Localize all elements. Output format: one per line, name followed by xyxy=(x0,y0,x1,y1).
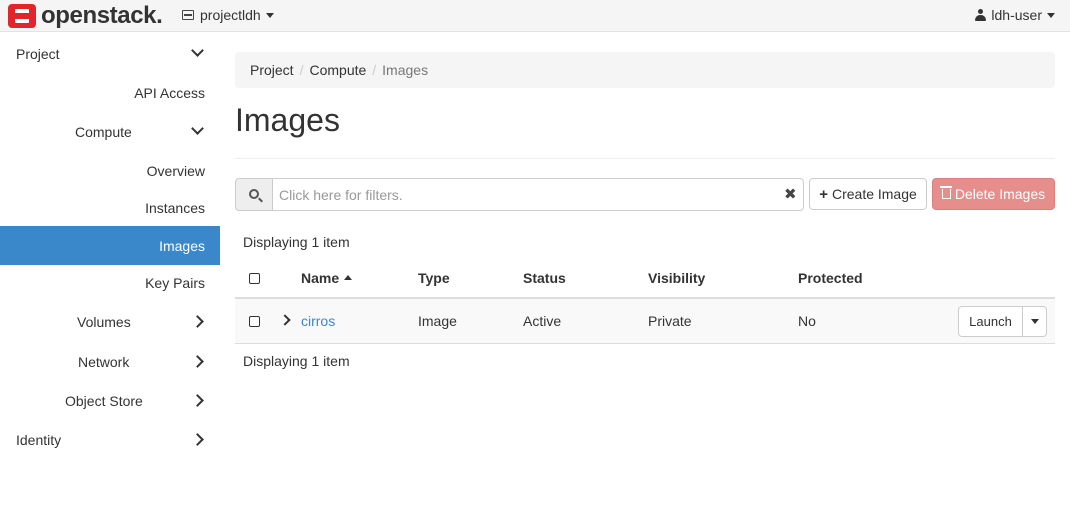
breadcrumb-project[interactable]: Project xyxy=(250,62,294,78)
openstack-logo-icon xyxy=(8,4,36,28)
sidebar: Project API Access Compute Overview Inst… xyxy=(0,33,220,507)
column-header-visibility[interactable]: Visibility xyxy=(648,270,705,286)
sidebar-item-object-store[interactable]: Object Store xyxy=(0,381,220,420)
breadcrumb-compute[interactable]: Compute xyxy=(309,62,366,78)
server-icon xyxy=(182,10,194,20)
top-navbar: openstack. projectldh ldh-user xyxy=(0,0,1070,32)
search-icon xyxy=(249,189,259,199)
sidebar-item-network[interactable]: Network xyxy=(0,342,220,381)
column-label: Name xyxy=(301,270,340,286)
sidebar-item-label: Instances xyxy=(145,199,205,216)
sidebar-item-label: Project xyxy=(16,45,60,62)
divider xyxy=(235,158,1055,159)
launch-button-group: Launch xyxy=(958,306,1047,337)
caret-down-icon xyxy=(1047,12,1055,18)
breadcrumb-separator: / xyxy=(299,62,304,78)
image-name-link[interactable]: cirros xyxy=(301,313,335,329)
select-all-checkbox[interactable] xyxy=(249,273,260,284)
chevron-right-icon xyxy=(191,394,204,407)
chevron-down-icon xyxy=(191,44,204,57)
table-row xyxy=(235,299,1055,344)
row-checkbox[interactable] xyxy=(249,316,260,327)
launch-button[interactable]: Launch xyxy=(959,307,1023,336)
brand-text: openstack. xyxy=(41,2,163,29)
chevron-right-icon xyxy=(191,355,204,368)
chevron-down-icon xyxy=(191,122,204,135)
clear-filter-icon[interactable]: ✖ xyxy=(784,185,797,203)
breadcrumb-current: Images xyxy=(382,62,429,78)
sidebar-item-label: Network xyxy=(78,353,130,370)
sidebar-item-label: API Access xyxy=(134,84,205,101)
user-name: ldh-user xyxy=(991,7,1042,23)
sidebar-item-api-access[interactable]: API Access xyxy=(0,73,220,112)
page-title: Images xyxy=(235,102,340,138)
sidebar-item-overview[interactable]: Overview xyxy=(0,151,220,190)
breadcrumb-separator: / xyxy=(372,62,377,78)
sidebar-item-instances[interactable]: Instances xyxy=(0,188,220,227)
caret-down-icon xyxy=(1030,319,1039,324)
project-name: projectldh xyxy=(200,7,261,23)
column-header-status[interactable]: Status xyxy=(523,270,566,286)
sidebar-item-images[interactable]: Images xyxy=(0,226,220,265)
delete-images-button[interactable]: Delete Images xyxy=(932,178,1055,210)
sidebar-item-label: Object Store xyxy=(65,392,143,409)
sidebar-item-compute[interactable]: Compute xyxy=(0,112,220,151)
openstack-logo[interactable]: openstack. xyxy=(8,2,163,29)
sidebar-item-volumes[interactable]: Volumes xyxy=(0,302,220,341)
sidebar-item-label: Key Pairs xyxy=(145,274,205,291)
row-actions-dropdown[interactable] xyxy=(1023,307,1046,336)
sort-asc-icon xyxy=(344,275,353,280)
item-count-bottom: Displaying 1 item xyxy=(243,353,350,369)
plus-icon: + xyxy=(819,185,828,203)
create-image-label: Create Image xyxy=(831,186,917,202)
image-type: Image xyxy=(418,313,457,329)
column-header-type[interactable]: Type xyxy=(418,270,450,286)
user-menu[interactable]: ldh-user xyxy=(975,7,1055,23)
column-header-name[interactable]: Name xyxy=(301,270,353,286)
sidebar-item-key-pairs[interactable]: Key Pairs xyxy=(0,263,220,302)
breadcrumb: Project / Compute / Images xyxy=(235,52,1055,88)
sidebar-item-label: Compute xyxy=(75,123,132,140)
image-status: Active xyxy=(523,313,562,329)
column-header-protected[interactable]: Protected xyxy=(798,270,863,286)
user-icon xyxy=(975,9,987,21)
filter-input[interactable] xyxy=(273,178,804,211)
create-image-button[interactable]: + Create Image xyxy=(809,178,927,210)
filter-bar: ✖ xyxy=(235,178,804,211)
project-selector[interactable]: projectldh xyxy=(182,7,274,23)
sidebar-item-label: Images xyxy=(159,237,205,254)
sidebar-item-project[interactable]: Project xyxy=(0,34,220,73)
sidebar-item-identity[interactable]: Identity xyxy=(0,420,220,459)
sidebar-item-label: Volumes xyxy=(77,313,131,330)
search-addon xyxy=(235,178,273,211)
caret-down-icon xyxy=(265,12,274,18)
sidebar-item-label: Identity xyxy=(16,431,62,448)
image-protected: No xyxy=(798,313,816,329)
trash-icon xyxy=(939,186,952,199)
chevron-right-icon xyxy=(191,433,204,446)
chevron-right-icon xyxy=(191,315,204,328)
sidebar-item-label: Overview xyxy=(146,162,205,179)
image-visibility: Private xyxy=(648,313,692,329)
item-count-top: Displaying 1 item xyxy=(243,234,350,250)
delete-images-label: Delete Images xyxy=(954,186,1046,202)
